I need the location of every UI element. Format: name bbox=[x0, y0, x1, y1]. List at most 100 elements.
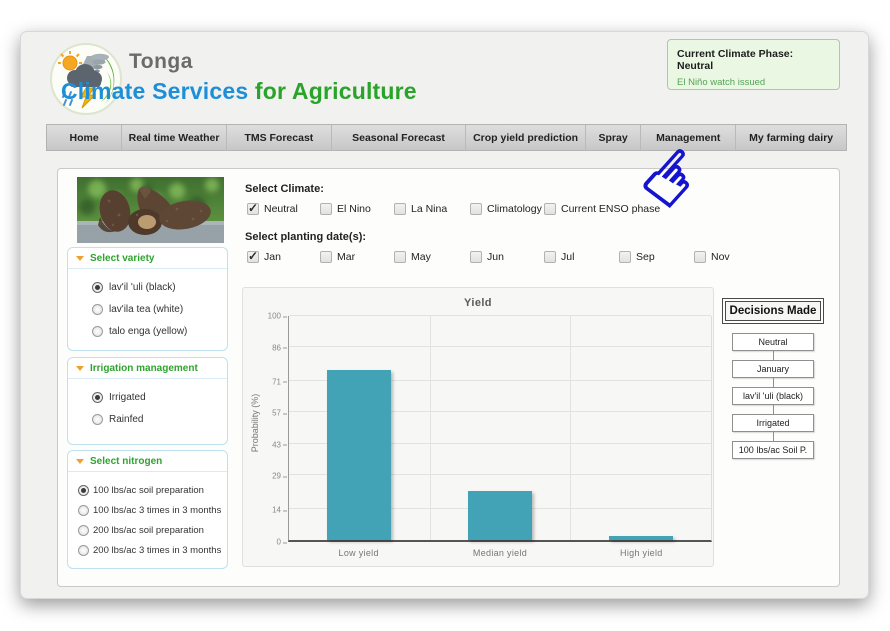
nav-home[interactable]: Home bbox=[47, 125, 122, 150]
nitrogen-option-100-3times[interactable]: 100 lbs/ac 3 times in 3 months bbox=[78, 505, 223, 516]
nav-my-farming-dairy[interactable]: My farming dairy bbox=[736, 125, 846, 150]
climate-phase-title: Current Climate Phase: Neutral bbox=[677, 48, 830, 72]
decision-connector bbox=[773, 351, 774, 360]
variety-option-yellow[interactable]: talo enga (yellow) bbox=[92, 326, 223, 337]
date-option-nov[interactable]: Nov bbox=[694, 251, 730, 263]
checkbox-icon bbox=[394, 251, 406, 263]
x-label-low-yield: Low yield bbox=[288, 548, 429, 558]
date-option-may[interactable]: May bbox=[394, 251, 431, 263]
decisions-stack: Neutral January lav'il 'uli (black) Irri… bbox=[718, 333, 828, 459]
checkbox-icon bbox=[394, 203, 406, 215]
irrigation-management-header[interactable]: Irrigation management bbox=[68, 358, 227, 379]
radio-icon bbox=[92, 414, 103, 425]
checkbox-icon bbox=[247, 251, 259, 263]
checkbox-icon bbox=[619, 251, 631, 263]
radio-icon bbox=[92, 392, 103, 403]
date-option-sep[interactable]: Sep bbox=[619, 251, 655, 263]
nav-management[interactable]: Management bbox=[641, 125, 736, 150]
checkbox-icon bbox=[247, 203, 259, 215]
nav-spray[interactable]: Spray bbox=[586, 125, 641, 150]
app-window: Tonga Climate Services for Agriculture C… bbox=[20, 31, 869, 599]
select-variety-panel: Select variety lav'il 'uli (black) lav'i… bbox=[67, 247, 228, 351]
radio-icon bbox=[78, 485, 89, 496]
yield-chart: Yield Probability (%) 0142943577186100 L… bbox=[242, 287, 714, 567]
collapse-arrow-icon bbox=[76, 256, 84, 261]
subtitle-blue: Climate Services bbox=[61, 78, 248, 104]
x-label-high-yield: High yield bbox=[571, 548, 712, 558]
decisions-made-panel: Decisions Made Neutral January lav'il 'u… bbox=[718, 301, 828, 459]
checkbox-icon bbox=[694, 251, 706, 263]
checkbox-icon bbox=[470, 203, 482, 215]
climate-options-row: Neutral El Nino La Nina Climatology Curr… bbox=[242, 203, 802, 219]
nitrogen-option-200-3times[interactable]: 200 lbs/ac 3 times in 3 months bbox=[78, 545, 223, 556]
climate-phase-subtitle: El Niño watch issued bbox=[677, 77, 830, 88]
climate-option-climatology[interactable]: Climatology bbox=[470, 203, 542, 215]
decision-connector bbox=[773, 405, 774, 414]
chart-bar-slot bbox=[570, 316, 711, 540]
variety-option-black[interactable]: lav'il 'uli (black) bbox=[92, 282, 223, 293]
app-title: Tonga bbox=[129, 50, 193, 74]
decision-connector bbox=[773, 378, 774, 387]
nav-tms-forecast[interactable]: TMS Forecast bbox=[227, 125, 332, 150]
select-nitrogen-panel: Select nitrogen 100 lbs/ac soil preparat… bbox=[67, 450, 228, 569]
climate-option-current-enso[interactable]: Current ENSO phase bbox=[544, 203, 660, 215]
select-variety-header[interactable]: Select variety bbox=[68, 248, 227, 269]
checkbox-icon bbox=[320, 203, 332, 215]
chart-plot bbox=[288, 316, 712, 542]
climate-option-neutral[interactable]: Neutral bbox=[247, 203, 298, 215]
climate-option-el-nino[interactable]: El Nino bbox=[320, 203, 371, 215]
app-subtitle: Climate Services for Agriculture bbox=[61, 78, 417, 105]
x-label-median-yield: Median yield bbox=[429, 548, 570, 558]
chart-bar-slot bbox=[430, 316, 571, 540]
nitrogen-option-100-soil[interactable]: 100 lbs/ac soil preparation bbox=[78, 485, 223, 496]
radio-icon bbox=[92, 282, 103, 293]
irrigation-management-panel: Irrigation management Irrigated Rainfed bbox=[67, 357, 228, 445]
decision-connector bbox=[773, 432, 774, 441]
date-option-jul[interactable]: Jul bbox=[544, 251, 574, 263]
main-nav: Home Real time Weather TMS Forecast Seas… bbox=[46, 124, 847, 151]
collapse-arrow-icon bbox=[76, 459, 84, 464]
radio-icon bbox=[78, 545, 89, 556]
date-option-jun[interactable]: Jun bbox=[470, 251, 504, 263]
nav-seasonal-forecast[interactable]: Seasonal Forecast bbox=[332, 125, 466, 150]
radio-icon bbox=[78, 525, 89, 536]
radio-icon bbox=[78, 505, 89, 516]
planting-dates-row: Jan Mar May Jun Jul Sep Nov bbox=[242, 251, 802, 267]
decision-month: January bbox=[732, 360, 814, 378]
nav-real-time-weather[interactable]: Real time Weather bbox=[122, 125, 227, 150]
decision-climate: Neutral bbox=[732, 333, 814, 351]
checkbox-icon bbox=[544, 251, 556, 263]
collapse-arrow-icon bbox=[76, 366, 84, 371]
decision-nitrogen: 100 lbs/ac Soil P. bbox=[732, 441, 814, 459]
decision-irrigation: Irrigated bbox=[732, 414, 814, 432]
irrigation-option-irrigated[interactable]: Irrigated bbox=[92, 392, 223, 403]
subtitle-green: for Agriculture bbox=[248, 78, 416, 104]
climate-phase-box: Current Climate Phase: Neutral El Niño w… bbox=[667, 39, 840, 90]
select-nitrogen-header[interactable]: Select nitrogen bbox=[68, 451, 227, 472]
climate-option-la-nina[interactable]: La Nina bbox=[394, 203, 447, 215]
chart-bar bbox=[468, 491, 532, 540]
irrigation-option-rainfed[interactable]: Rainfed bbox=[92, 414, 223, 425]
chart-title: Yield bbox=[243, 297, 713, 309]
main-content: Select variety lav'il 'uli (black) lav'i… bbox=[57, 168, 840, 587]
date-option-mar[interactable]: Mar bbox=[320, 251, 355, 263]
select-climate-label: Select Climate: bbox=[245, 183, 324, 195]
chart-yaxis: 0142943577186100 bbox=[255, 316, 285, 542]
chart-bar-slot bbox=[289, 316, 430, 540]
decisions-made-title: Decisions Made bbox=[725, 301, 821, 321]
taro-crop-image bbox=[77, 177, 224, 243]
checkbox-icon bbox=[470, 251, 482, 263]
nav-crop-yield-prediction[interactable]: Crop yield prediction bbox=[466, 125, 586, 150]
checkbox-icon bbox=[320, 251, 332, 263]
variety-option-white[interactable]: lav'ila tea (white) bbox=[92, 304, 223, 315]
decision-variety: lav'il 'uli (black) bbox=[732, 387, 814, 405]
nitrogen-option-200-soil[interactable]: 200 lbs/ac soil preparation bbox=[78, 525, 223, 536]
radio-icon bbox=[92, 304, 103, 315]
chart-bar bbox=[609, 536, 673, 540]
date-option-jan[interactable]: Jan bbox=[247, 251, 281, 263]
chart-bar bbox=[327, 370, 391, 540]
planting-dates-label: Select planting date(s): bbox=[245, 231, 366, 243]
radio-icon bbox=[92, 326, 103, 337]
chart-x-labels: Low yield Median yield High yield bbox=[288, 548, 712, 558]
checkbox-icon bbox=[544, 203, 556, 215]
